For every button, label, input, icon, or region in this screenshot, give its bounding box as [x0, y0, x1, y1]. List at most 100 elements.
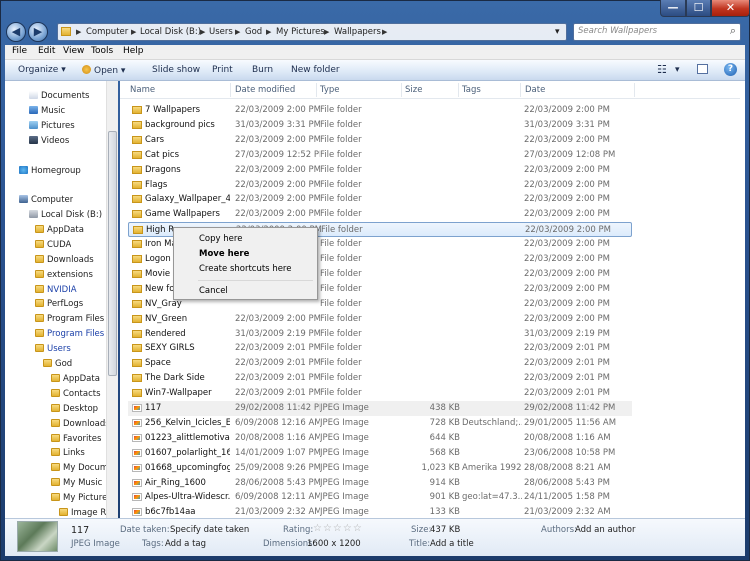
column-name[interactable]: Name: [130, 85, 155, 95]
breadcrumb-computer[interactable]: Computer: [86, 24, 128, 40]
breadcrumb-wallpapers[interactable]: Wallpapers: [334, 24, 381, 40]
slideshow-button[interactable]: Slide show: [152, 65, 200, 75]
file-row[interactable]: Dragons 22/03/2009 2:00 PM File folder 22/0…: [128, 163, 632, 178]
nav-item[interactable]: AppData: [35, 223, 84, 238]
file-row[interactable]: Flags 22/03/2009 2:00 PM File folder 22/03/…: [128, 178, 632, 193]
maximize-button[interactable]: ☐: [686, 0, 711, 17]
open-button[interactable]: Open ▾: [82, 65, 125, 76]
title-value[interactable]: Add a title: [430, 539, 474, 549]
nav-item[interactable]: Homegroup: [19, 164, 81, 179]
column-divider[interactable]: [316, 83, 317, 97]
nav-item[interactable]: Program Files: [35, 312, 104, 327]
burn-button[interactable]: Burn: [252, 65, 273, 75]
menu-view[interactable]: View: [63, 46, 84, 56]
close-button[interactable]: ✕: [711, 0, 750, 17]
nav-item[interactable]: PerfLogs: [35, 297, 83, 312]
search-icon[interactable]: ⌕: [730, 24, 736, 38]
file-row[interactable]: The Dark Side 22/03/2009 2:01 PM File fold…: [128, 371, 632, 386]
file-row[interactable]: 117 29/02/2008 11:42 PM JPEG Image 438 KB 29…: [128, 401, 632, 416]
nav-item[interactable]: NVIDIA: [35, 283, 77, 298]
file-row[interactable]: Rendered 31/03/2009 2:19 PM File folder 31/…: [128, 327, 632, 342]
nav-item[interactable]: Program Files (: [35, 327, 110, 342]
nav-scrollbar[interactable]: [106, 81, 118, 518]
breadcrumb-separator[interactable]: ▶: [324, 24, 329, 40]
column-divider[interactable]: [458, 83, 459, 97]
nav-item[interactable]: Computer: [19, 193, 73, 208]
nav-item[interactable]: Videos: [29, 134, 69, 149]
menu-move-here[interactable]: Move here: [199, 249, 249, 259]
file-row[interactable]: b6c7fb14aa 21/03/2009 2:32 AM JPEG Image 13…: [128, 505, 632, 518]
nav-item[interactable]: My Docum: [51, 461, 108, 476]
breadcrumb-local-disk[interactable]: Local Disk (B:): [140, 24, 201, 40]
breadcrumb-separator[interactable]: ▶: [131, 24, 136, 40]
nav-item[interactable]: Image Re: [59, 506, 111, 518]
column-divider[interactable]: [401, 83, 402, 97]
back-button[interactable]: ◀: [6, 22, 26, 42]
file-row[interactable]: 256_Kelvin_Icicles_Ei... 6/09/2008 12:16 …: [128, 416, 632, 431]
nav-item[interactable]: extensions: [35, 268, 93, 283]
search-placeholder[interactable]: Search Wallpapers: [578, 26, 657, 36]
rating-stars[interactable]: ☆☆☆☆☆: [313, 523, 363, 534]
file-row[interactable]: Space 22/03/2009 2:01 PM File folder 22/03/…: [128, 356, 632, 371]
column-tags[interactable]: Tags: [462, 85, 481, 95]
file-row[interactable]: Air_Ring_1600 28/06/2008 5:43 PM JPEG Imag…: [128, 476, 632, 491]
scrollbar-thumb[interactable]: [108, 131, 117, 376]
help-icon[interactable]: ?: [724, 63, 737, 76]
nav-item[interactable]: My Pictures: [51, 491, 112, 506]
menu-edit[interactable]: Edit: [38, 46, 55, 56]
nav-item[interactable]: Downloads: [51, 417, 110, 432]
file-row[interactable]: Game Wallpapers 22/03/2009 2:00 PM File fo…: [128, 207, 632, 222]
file-row[interactable]: SEXY GIRLS 22/03/2009 2:01 PM File folder 2…: [128, 341, 632, 356]
view-options-icon[interactable]: ☷: [657, 63, 667, 76]
menu-tools[interactable]: Tools: [91, 46, 113, 56]
breadcrumb-separator[interactable]: ▶: [382, 24, 387, 40]
breadcrumb-god[interactable]: God: [245, 24, 262, 40]
address-bar[interactable]: ▶ Computer ▶ Local Disk (B:) ▶ Users ▶ G…: [57, 23, 567, 41]
file-row[interactable]: background pics 31/03/2009 3:31 PM File fo…: [128, 118, 632, 133]
file-row[interactable]: Galaxy_Wallpaper_4 22/03/2009 2:00 PM File…: [128, 192, 632, 207]
file-row[interactable]: 01607_polarlight_168... 14/01/2009 1:07 P…: [128, 446, 632, 461]
new-folder-button[interactable]: New folder: [291, 65, 340, 75]
column-divider[interactable]: [520, 83, 521, 97]
menu-file[interactable]: File: [12, 46, 27, 56]
date-taken-value[interactable]: Specify date taken: [170, 525, 249, 535]
nav-item[interactable]: Favorites: [51, 432, 101, 447]
column-type[interactable]: Type: [320, 85, 340, 95]
nav-item[interactable]: God: [43, 357, 72, 372]
file-row[interactable]: Cat pics 27/03/2009 12:52 PM File folder 27…: [128, 148, 632, 163]
nav-item[interactable]: Downloads: [35, 253, 94, 268]
menu-create-shortcuts[interactable]: Create shortcuts here: [199, 264, 291, 274]
column-divider[interactable]: [230, 83, 231, 97]
print-button[interactable]: Print: [212, 65, 233, 75]
address-dropdown-icon[interactable]: ▾: [555, 24, 560, 40]
file-row[interactable]: NV_Green 22/03/2009 2:00 PM File folder 22/…: [128, 312, 632, 327]
breadcrumb-separator[interactable]: ▶: [200, 24, 205, 40]
preview-pane-icon[interactable]: [697, 64, 708, 74]
breadcrumb-separator[interactable]: ▶: [266, 24, 271, 40]
nav-item[interactable]: My Music: [51, 476, 102, 491]
forward-button[interactable]: ▶: [28, 22, 48, 42]
menu-help[interactable]: Help: [123, 46, 144, 56]
file-row[interactable]: 01668_upcomingfog... 25/09/2008 9:26 PMJP…: [128, 461, 632, 476]
column-divider[interactable]: [634, 83, 635, 97]
column-date-modified[interactable]: Date modified: [235, 85, 295, 95]
breadcrumb-my-pictures[interactable]: My Pictures: [276, 24, 325, 40]
column-date[interactable]: Date: [525, 85, 545, 95]
nav-item[interactable]: Users: [35, 342, 71, 357]
menu-cancel[interactable]: Cancel: [199, 286, 228, 296]
tags-value[interactable]: Add a tag: [165, 539, 206, 549]
menu-copy-here[interactable]: Copy here: [199, 234, 242, 244]
file-row[interactable]: Cars 22/03/2009 2:00 PM File folder 22/03/2…: [128, 133, 632, 148]
nav-item[interactable]: Pictures: [29, 119, 75, 134]
file-row[interactable]: Alpes-Ultra-Widescr... 6/09/2008 12:11 AM…: [128, 490, 632, 505]
chevron-down-icon[interactable]: ▾: [675, 65, 680, 75]
breadcrumb-users[interactable]: Users: [209, 24, 233, 40]
search-box[interactable]: Search Wallpapers ⌕: [573, 23, 741, 41]
nav-item[interactable]: Local Disk (B:): [29, 208, 102, 223]
column-size[interactable]: Size: [405, 85, 422, 95]
file-row[interactable]: 01223_alittlemotivati... 20/08/2008 1:16 …: [128, 431, 632, 446]
nav-item[interactable]: AppData: [51, 372, 100, 387]
nav-item[interactable]: CUDA: [35, 238, 71, 253]
nav-item[interactable]: Links: [51, 446, 85, 461]
nav-item[interactable]: Music: [29, 104, 65, 119]
